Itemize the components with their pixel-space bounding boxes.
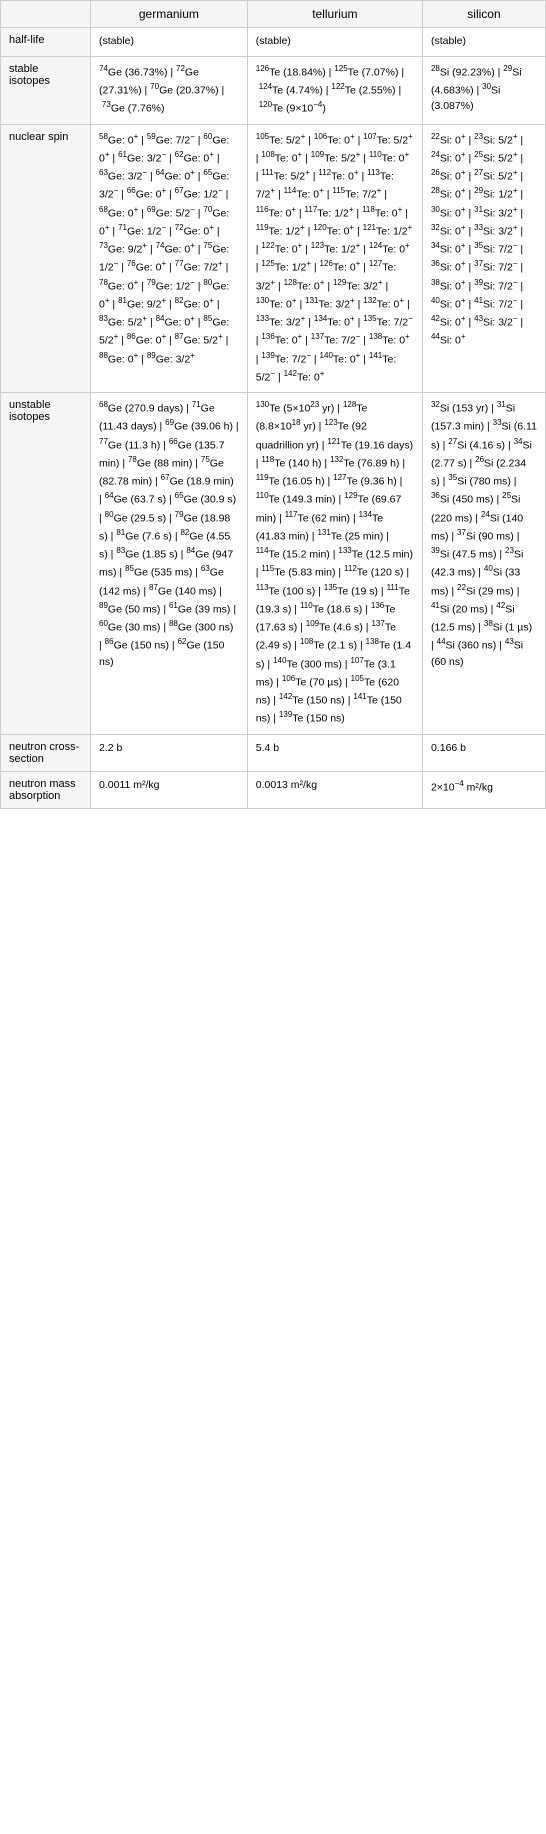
row-label-neutron-cross: neutron cross-section	[1, 734, 91, 771]
neutron-mass-si-value: 2×10−4 m²/kg	[431, 778, 537, 796]
unstable-ge-content: 68Ge (270.9 days) | 71Ge (11.43 days) | …	[99, 399, 239, 670]
cell-neutron-mass-si: 2×10−4 m²/kg	[422, 771, 545, 808]
cell-stable-te: 126Te (18.84%) | 125Te (7.07%) | 124Te (…	[247, 56, 422, 124]
cell-unstable-te: 130Te (5×1023 yr) | 128Te (8.8×1018 yr) …	[247, 393, 422, 735]
col-header-germanium: germanium	[91, 1, 248, 28]
table-row-stable-isotopes: stable isotopes 74Ge (36.73%) | 72Ge (27…	[1, 56, 546, 124]
neutron-cross-si-value: 0.166 b	[431, 741, 537, 757]
neutron-mass-ge-value: 0.0011 m²/kg	[99, 778, 239, 794]
row-label-neutron-mass: neutron mass absorption	[1, 771, 91, 808]
stable-ge-content: 74Ge (36.73%) | 72Ge (27.31%) | 70Ge (20…	[99, 63, 239, 118]
cell-half-life-ge: (stable)	[91, 28, 248, 57]
half-life-si-value: (stable)	[431, 35, 466, 47]
col-header-tellurium: tellurium	[247, 1, 422, 28]
unstable-si-content: 32Si (153 yr) | 31Si (157.3 min) | 33Si …	[431, 399, 537, 670]
stable-te-content: 126Te (18.84%) | 125Te (7.07%) | 124Te (…	[256, 63, 414, 118]
neutron-cross-te-value: 5.4 b	[256, 741, 414, 757]
table-row-half-life: half-life (stable) (stable) (stable)	[1, 28, 546, 57]
cell-neutron-cross-te: 5.4 b	[247, 734, 422, 771]
row-label-nuclear-spin: nuclear spin	[1, 124, 91, 393]
half-life-ge-value: (stable)	[99, 35, 134, 47]
cell-nuclear-spin-te: 105Te: 5/2+ | 106Te: 0+ | 107Te: 5/2+ | …	[247, 124, 422, 393]
unstable-te-content: 130Te (5×1023 yr) | 128Te (8.8×1018 yr) …	[256, 399, 414, 728]
cell-half-life-si: (stable)	[422, 28, 545, 57]
cell-neutron-cross-ge: 2.2 b	[91, 734, 248, 771]
half-life-te-value: (stable)	[256, 35, 291, 47]
cell-neutron-cross-si: 0.166 b	[422, 734, 545, 771]
cell-neutron-mass-te: 0.0013 m²/kg	[247, 771, 422, 808]
empty-header-cell	[1, 1, 91, 28]
cell-nuclear-spin-si: 22Si: 0+ | 23Si: 5/2+ | 24Si: 0+ | 25Si:…	[422, 124, 545, 393]
nuclear-spin-ge-content: 58Ge: 0+ | 59Ge: 7/2− | 60Ge: 0+ | 61Ge:…	[99, 131, 239, 368]
nuclear-spin-si-content: 22Si: 0+ | 23Si: 5/2+ | 24Si: 0+ | 25Si:…	[431, 131, 537, 350]
table-row-neutron-cross: neutron cross-section 2.2 b 5.4 b 0.166 …	[1, 734, 546, 771]
row-label-half-life: half-life	[1, 28, 91, 57]
col-header-silicon: silicon	[422, 1, 545, 28]
cell-nuclear-spin-ge: 58Ge: 0+ | 59Ge: 7/2− | 60Ge: 0+ | 61Ge:…	[91, 124, 248, 393]
table-row-unstable-isotopes: unstable isotopes 68Ge (270.9 days) | 71…	[1, 393, 546, 735]
cell-stable-ge: 74Ge (36.73%) | 72Ge (27.31%) | 70Ge (20…	[91, 56, 248, 124]
row-label-stable-isotopes: stable isotopes	[1, 56, 91, 124]
nuclear-spin-te-content: 105Te: 5/2+ | 106Te: 0+ | 107Te: 5/2+ | …	[256, 131, 414, 387]
cell-stable-si: 28Si (92.23%) | 29Si (4.683%) | 30Si (3.…	[422, 56, 545, 124]
neutron-mass-te-value: 0.0013 m²/kg	[256, 778, 414, 794]
table-row-neutron-mass: neutron mass absorption 0.0011 m²/kg 0.0…	[1, 771, 546, 808]
cell-half-life-te: (stable)	[247, 28, 422, 57]
cell-unstable-si: 32Si (153 yr) | 31Si (157.3 min) | 33Si …	[422, 393, 545, 735]
neutron-cross-ge-value: 2.2 b	[99, 741, 239, 757]
stable-si-content: 28Si (92.23%) | 29Si (4.683%) | 30Si (3.…	[431, 63, 537, 115]
table-row-nuclear-spin: nuclear spin 58Ge: 0+ | 59Ge: 7/2− | 60G…	[1, 124, 546, 393]
cell-neutron-mass-ge: 0.0011 m²/kg	[91, 771, 248, 808]
row-label-unstable-isotopes: unstable isotopes	[1, 393, 91, 735]
cell-unstable-ge: 68Ge (270.9 days) | 71Ge (11.43 days) | …	[91, 393, 248, 735]
